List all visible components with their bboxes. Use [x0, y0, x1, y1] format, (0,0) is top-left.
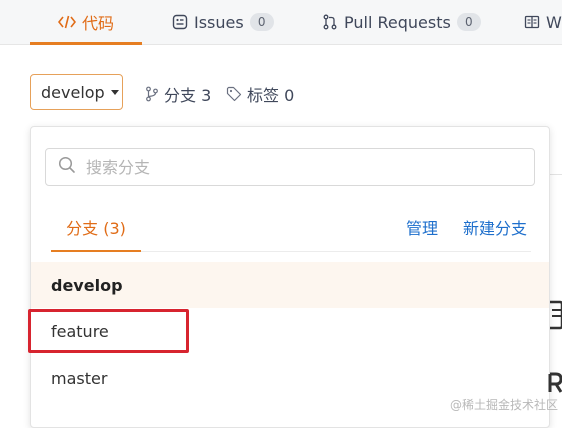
pull-requests-count-badge: 0	[456, 13, 481, 31]
tag-count-link[interactable]: 标签 0	[226, 82, 294, 106]
branch-select-value: develop	[41, 82, 105, 102]
watermark-text: @稀土掘金技术社区	[449, 398, 558, 412]
branch-item-develop[interactable]: develop	[31, 262, 549, 308]
highlight-box	[28, 309, 189, 353]
branch-count-link[interactable]: 分支 3	[145, 82, 211, 106]
branch-search-box[interactable]	[45, 148, 535, 186]
branch-select-button[interactable]: develop	[30, 74, 123, 110]
pull-request-icon	[322, 14, 338, 30]
tab-branches[interactable]: 分支 (3)	[51, 215, 141, 252]
manage-link[interactable]: 管理	[406, 215, 438, 243]
new-branch-link[interactable]: 新建分支	[463, 215, 527, 243]
branch-search-input[interactable]	[84, 156, 508, 178]
branch-icon	[145, 86, 159, 102]
issues-count-badge: 0	[249, 13, 274, 31]
tab-issues-label: Issues	[194, 12, 244, 32]
tab-pull-requests[interactable]: Pull Requests 0	[322, 0, 481, 44]
tab-wiki-label: W	[546, 12, 562, 32]
search-icon	[58, 156, 76, 178]
branch-count-label: 分支 3	[164, 86, 212, 105]
repo-tab-bar: 代码 Issues 0 Pull Requests 0 W	[0, 0, 562, 45]
issues-icon	[172, 14, 188, 30]
wiki-icon	[524, 14, 540, 30]
caret-down-icon	[110, 89, 119, 95]
tag-count-label: 标签 0	[247, 86, 295, 105]
tab-pull-requests-label: Pull Requests	[344, 12, 451, 32]
background-divider	[548, 174, 562, 175]
tab-code-label: 代码	[81, 14, 114, 33]
tab-code[interactable]: 代码	[30, 0, 142, 45]
code-icon	[57, 14, 76, 30]
tab-issues[interactable]: Issues 0	[172, 0, 274, 44]
dropdown-tabs: 分支 (3) 管理 新建分支	[51, 215, 531, 252]
tag-icon	[226, 86, 242, 102]
tab-wiki[interactable]: W	[524, 0, 562, 44]
branch-item-master[interactable]: master	[31, 355, 549, 401]
branch-dropdown: 分支 (3) 管理 新建分支 develop feature master	[30, 126, 550, 428]
